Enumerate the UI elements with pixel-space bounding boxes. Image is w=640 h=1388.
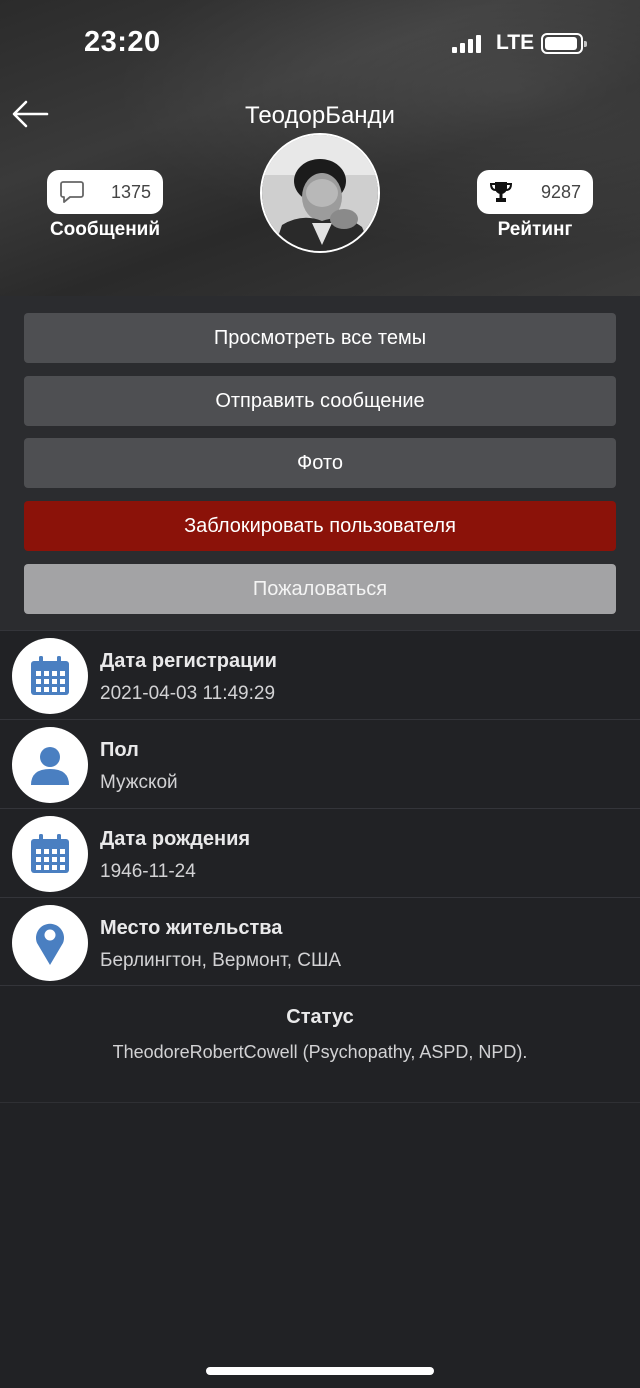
- messages-label: Сообщений: [49, 219, 161, 240]
- action-buttons: Просмотреть все темы Отправить сообщение…: [0, 296, 640, 630]
- profile-screen: 23:20 LTE ТеодорБанди 1375 Сообщений 928…: [0, 0, 640, 1388]
- birth-date-value: 1946-11-24: [100, 861, 196, 882]
- rating-pill[interactable]: 9287: [477, 170, 593, 214]
- avatar: [260, 133, 380, 253]
- messages-count-pill[interactable]: 1375: [47, 170, 163, 214]
- calendar-icon: [12, 638, 88, 714]
- status-time: 23:20: [84, 26, 161, 58]
- list-item: Пол Мужской: [0, 719, 640, 808]
- calendar-icon: [12, 816, 88, 892]
- rating-label: Рейтинг: [497, 219, 573, 240]
- birth-date-label: Дата рождения: [100, 828, 251, 850]
- registration-date-label: Дата регистрации: [100, 650, 277, 672]
- block-user-button[interactable]: Заблокировать пользователя: [24, 501, 616, 551]
- photo-button[interactable]: Фото: [24, 438, 616, 488]
- rating-count: 9287: [540, 181, 581, 202]
- gender-label: Пол: [100, 739, 139, 761]
- residence-value: Берлингтон, Вермонт, США: [100, 950, 342, 971]
- location-pin-icon: [12, 905, 88, 981]
- send-message-button[interactable]: Отправить сообщение: [24, 376, 616, 426]
- gender-value: Мужской: [100, 772, 178, 793]
- network-type: LTE: [496, 31, 535, 54]
- chat-bubble-icon: [60, 181, 84, 203]
- status-title: Статус: [286, 1006, 354, 1028]
- home-indicator[interactable]: [206, 1367, 434, 1375]
- list-item: Дата рождения 1946-11-24: [0, 808, 640, 897]
- person-icon: [12, 727, 88, 803]
- battery-icon: [541, 33, 587, 54]
- status-section: Статус TheodoreRobertCowell (Psychopathy…: [0, 988, 640, 1103]
- list-item: Место жительства Берлингтон, Вермонт, СШ…: [0, 897, 640, 986]
- view-all-topics-button[interactable]: Просмотреть все темы: [24, 313, 616, 363]
- status-text: TheodoreRobertCowell (Psychopathy, ASPD,…: [112, 1042, 528, 1062]
- status-bar: 23:20 LTE: [0, 0, 640, 90]
- registration-date-value: 2021-04-03 11:49:29: [100, 683, 276, 704]
- profile-header: 23:20 LTE ТеодорБанди 1375 Сообщений 928…: [0, 0, 640, 296]
- signal-icon: [452, 35, 482, 53]
- profile-info-list: Дата регистрации 2021-04-03 11:49:29 Пол…: [0, 630, 640, 986]
- residence-label: Место жительства: [100, 917, 283, 939]
- profile-username: ТеодорБанди: [245, 102, 395, 129]
- list-item: Дата регистрации 2021-04-03 11:49:29: [0, 630, 640, 719]
- messages-count: 1375: [110, 181, 151, 202]
- trophy-icon: [489, 182, 513, 202]
- report-button[interactable]: Пожаловаться: [24, 564, 616, 614]
